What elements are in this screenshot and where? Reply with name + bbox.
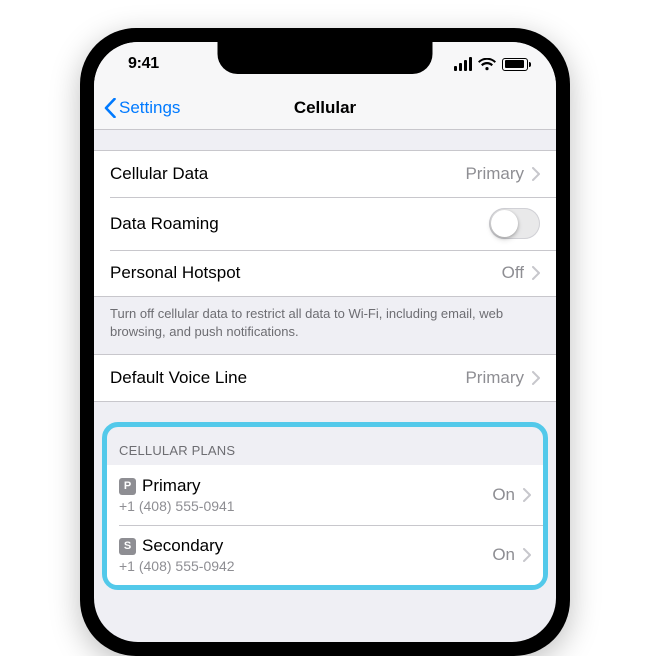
row-default-voice-line[interactable]: Default Voice Line Primary bbox=[94, 355, 556, 401]
chevron-right-icon bbox=[523, 548, 531, 562]
chevron-right-icon bbox=[532, 266, 540, 280]
personal-hotspot-value: Off bbox=[502, 263, 524, 283]
chevron-left-icon bbox=[104, 98, 116, 118]
default-voice-label: Default Voice Line bbox=[110, 368, 247, 388]
iphone-frame: 9:41 Settings Cellular bbox=[80, 28, 570, 656]
wifi-icon bbox=[478, 58, 496, 71]
plan-status: On bbox=[492, 545, 515, 565]
plan-badge-icon: S bbox=[119, 538, 136, 555]
nav-bar: Settings Cellular bbox=[94, 86, 556, 130]
row-data-roaming[interactable]: Data Roaming bbox=[94, 197, 556, 250]
status-icons bbox=[454, 57, 528, 71]
content: Cellular Data Primary Data Roaming bbox=[94, 130, 556, 590]
personal-hotspot-label: Personal Hotspot bbox=[110, 263, 240, 283]
cellular-data-label: Cellular Data bbox=[110, 164, 208, 184]
plan-row-secondary[interactable]: S Secondary +1 (408) 555-0942 On bbox=[107, 525, 543, 585]
status-time: 9:41 bbox=[128, 55, 159, 73]
group-plans: P Primary +1 (408) 555-0941 On bbox=[107, 465, 543, 585]
battery-icon bbox=[502, 58, 528, 71]
row-personal-hotspot[interactable]: Personal Hotspot Off bbox=[94, 250, 556, 296]
cellular-signal-icon bbox=[454, 57, 472, 71]
chevron-right-icon bbox=[523, 488, 531, 502]
plan-name: Secondary bbox=[142, 536, 223, 556]
plan-number: +1 (408) 555-0942 bbox=[119, 558, 235, 574]
back-button[interactable]: Settings bbox=[104, 98, 294, 118]
plan-name: Primary bbox=[142, 476, 201, 496]
plan-status: On bbox=[492, 485, 515, 505]
group-data: Cellular Data Primary Data Roaming bbox=[94, 150, 556, 297]
data-roaming-label: Data Roaming bbox=[110, 214, 219, 234]
cellular-data-value: Primary bbox=[465, 164, 524, 184]
row-cellular-data[interactable]: Cellular Data Primary bbox=[94, 151, 556, 197]
plan-number: +1 (408) 555-0941 bbox=[119, 498, 235, 514]
group-voice: Default Voice Line Primary bbox=[94, 354, 556, 402]
notch bbox=[218, 42, 433, 74]
data-roaming-toggle[interactable] bbox=[489, 208, 540, 239]
plan-badge-icon: P bbox=[119, 478, 136, 495]
plan-row-primary[interactable]: P Primary +1 (408) 555-0941 On bbox=[107, 465, 543, 525]
chevron-right-icon bbox=[532, 167, 540, 181]
cellular-plans-highlight: CELLULAR PLANS P Primary +1 (408) 555-09… bbox=[102, 422, 548, 590]
default-voice-value: Primary bbox=[465, 368, 524, 388]
screen: 9:41 Settings Cellular bbox=[94, 42, 556, 642]
chevron-right-icon bbox=[532, 371, 540, 385]
group-data-footer: Turn off cellular data to restrict all d… bbox=[94, 297, 556, 354]
page-title: Cellular bbox=[294, 98, 356, 118]
cellular-plans-header: CELLULAR PLANS bbox=[107, 427, 543, 465]
back-label: Settings bbox=[119, 98, 180, 118]
